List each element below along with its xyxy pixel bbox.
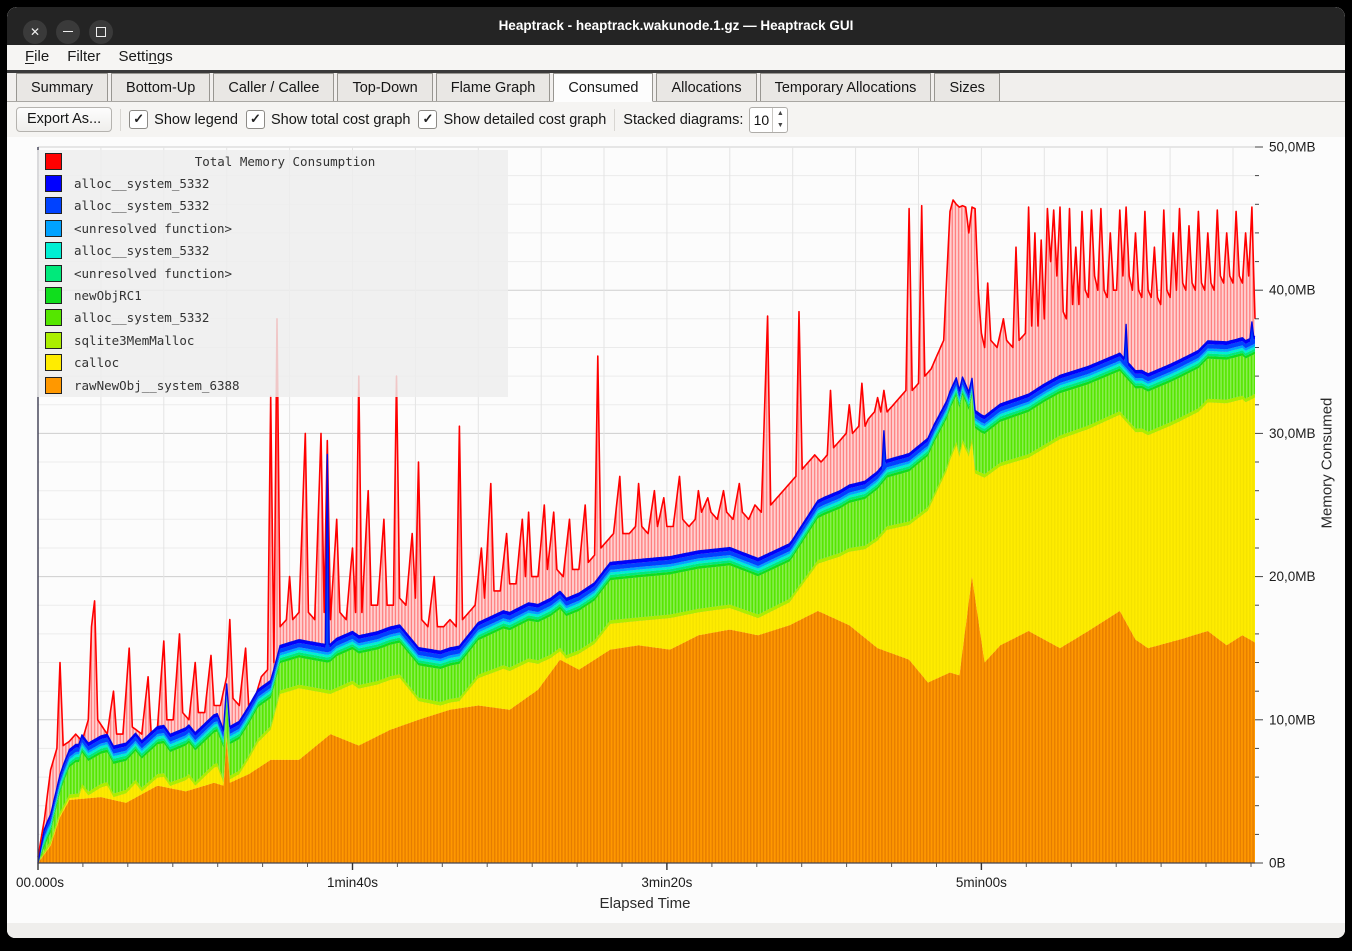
legend-swatch-icon bbox=[45, 377, 62, 394]
toolbar-separator bbox=[614, 109, 615, 131]
legend-swatch-icon bbox=[45, 242, 62, 259]
legend-swatch-icon bbox=[45, 354, 62, 371]
checkbox-label: Show total cost graph bbox=[271, 112, 410, 128]
legend-swatch-icon bbox=[45, 197, 62, 214]
tab-bar: SummaryBottom-UpCaller / CalleeTop-DownF… bbox=[7, 70, 1345, 102]
svg-text:20,0MB: 20,0MB bbox=[1269, 569, 1316, 584]
svg-text:0B: 0B bbox=[1269, 856, 1286, 871]
legend-label: alloc__system_5332 bbox=[74, 310, 209, 325]
tab-consumed[interactable]: Consumed bbox=[553, 73, 653, 102]
spinner-up-icon[interactable]: ▲ bbox=[773, 108, 787, 120]
legend-swatch-icon bbox=[45, 175, 62, 192]
checkbox-show-detailed-cost-graph[interactable]: ✓ Show detailed cost graph bbox=[418, 110, 606, 129]
svg-text:50,0MB: 50,0MB bbox=[1269, 140, 1316, 155]
legend-label: alloc__system_5332 bbox=[74, 198, 209, 213]
legend-item: <unresolved function> bbox=[37, 262, 508, 284]
legend-item: alloc__system_5332 bbox=[37, 195, 508, 217]
legend-item: alloc__system_5332 bbox=[37, 172, 508, 194]
legend-swatch-icon bbox=[45, 332, 62, 349]
legend-label: alloc__system_5332 bbox=[74, 176, 209, 191]
checkbox-show-total-cost-graph[interactable]: ✓ Show total cost graph bbox=[246, 110, 410, 129]
svg-text:3min20s: 3min20s bbox=[641, 875, 692, 890]
checkbox-box[interactable]: ✓ bbox=[129, 110, 148, 129]
stacked-diagrams-value[interactable]: 10 bbox=[750, 108, 772, 132]
toolbar-separator bbox=[120, 109, 121, 131]
legend-item: sqlite3MemMalloc bbox=[37, 329, 508, 351]
checkbox-box[interactable]: ✓ bbox=[246, 110, 265, 129]
legend-label: <unresolved function> bbox=[74, 266, 232, 281]
legend-swatch-icon bbox=[45, 265, 62, 282]
legend-label: Total Memory Consumption bbox=[62, 154, 508, 169]
tab-allocations[interactable]: Allocations bbox=[656, 73, 756, 101]
legend-swatch-icon bbox=[45, 153, 62, 170]
y-axis-title: Memory Consumed bbox=[1319, 501, 1336, 529]
menu-filter[interactable]: Filter bbox=[58, 45, 109, 70]
svg-text:40,0MB: 40,0MB bbox=[1269, 283, 1316, 298]
memory-consumption-chart[interactable]: 00.000s 1min40s 3min20s 5min00s 0B 10,0MB 20,0… bbox=[7, 137, 1345, 923]
legend-swatch-icon bbox=[45, 309, 62, 326]
svg-text:00.000s: 00.000s bbox=[16, 875, 64, 890]
legend-swatch-icon bbox=[45, 287, 62, 304]
menubar: FileFilterSettings bbox=[7, 45, 1345, 70]
legend-label: rawNewObj__system_6388 bbox=[74, 378, 240, 393]
legend-item: rawNewObj__system_6388 bbox=[37, 374, 508, 396]
tab-sizes[interactable]: Sizes bbox=[934, 73, 999, 101]
checkbox-box[interactable]: ✓ bbox=[418, 110, 437, 129]
window-title: Heaptrack - heaptrack.wakunode.1.gz — He… bbox=[7, 7, 1345, 45]
legend-item: calloc bbox=[37, 352, 508, 374]
legend-swatch-icon bbox=[45, 220, 62, 237]
legend-item: <unresolved function> bbox=[37, 217, 508, 239]
legend-label: sqlite3MemMalloc bbox=[74, 333, 194, 348]
legend-item: newObjRC1 bbox=[37, 284, 508, 306]
tab-summary[interactable]: Summary bbox=[16, 73, 108, 101]
stacked-diagrams-label: Stacked diagrams: bbox=[623, 112, 743, 128]
spinner-down-icon[interactable]: ▼ bbox=[773, 120, 787, 132]
svg-text:1min40s: 1min40s bbox=[327, 875, 378, 890]
svg-text:30,0MB: 30,0MB bbox=[1269, 426, 1316, 441]
legend-label: newObjRC1 bbox=[74, 288, 142, 303]
tab-caller-callee[interactable]: Caller / Callee bbox=[213, 73, 334, 101]
toolbar: Export As... ✓ Show legend ✓ Show total cos… bbox=[7, 102, 1345, 137]
chart-legend: Total Memory Consumption alloc__system_53… bbox=[37, 150, 508, 397]
legend-label: alloc__system_5332 bbox=[74, 243, 209, 258]
checkbox-label: Show detailed cost graph bbox=[443, 112, 606, 128]
svg-text:10,0MB: 10,0MB bbox=[1269, 712, 1316, 727]
tab-temporary-allocations[interactable]: Temporary Allocations bbox=[760, 73, 932, 101]
checkbox-label: Show legend bbox=[154, 112, 238, 128]
tab-flame-graph[interactable]: Flame Graph bbox=[436, 73, 551, 101]
legend-item: alloc__system_5332 bbox=[37, 307, 508, 329]
tab-top-down[interactable]: Top-Down bbox=[337, 73, 432, 101]
stacked-diagrams-spinner[interactable]: 10 ▲ ▼ bbox=[749, 107, 788, 133]
svg-text:5min00s: 5min00s bbox=[956, 875, 1007, 890]
x-axis-title: Elapsed Time bbox=[7, 895, 1283, 912]
menu-file[interactable]: File bbox=[16, 45, 58, 70]
legend-title-row: Total Memory Consumption bbox=[37, 150, 508, 172]
legend-item: alloc__system_5332 bbox=[37, 240, 508, 262]
legend-label: <unresolved function> bbox=[74, 221, 232, 236]
titlebar: ✕ Heaptrack - heaptrack.wakunode.1.gz — … bbox=[7, 7, 1345, 45]
heaptrack-window: ✕ Heaptrack - heaptrack.wakunode.1.gz — … bbox=[7, 7, 1345, 938]
export-as-button[interactable]: Export As... bbox=[16, 107, 112, 132]
tab-bottom-up[interactable]: Bottom-Up bbox=[111, 73, 210, 101]
checkbox-show-legend[interactable]: ✓ Show legend bbox=[129, 110, 238, 129]
legend-label: calloc bbox=[74, 355, 119, 370]
window-footer bbox=[7, 923, 1345, 938]
menu-settings[interactable]: Settings bbox=[110, 45, 182, 70]
